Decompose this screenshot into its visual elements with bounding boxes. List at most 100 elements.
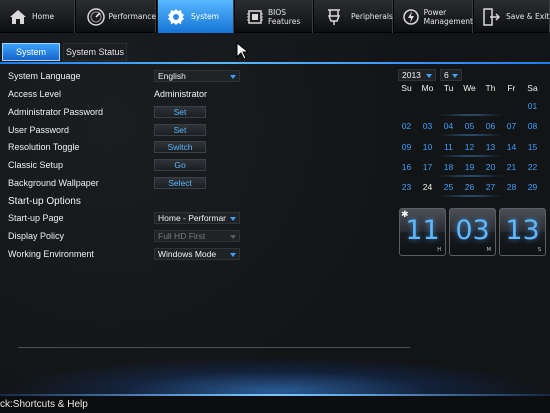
chevron-down-icon <box>230 217 236 221</box>
calendar-day[interactable]: 20 <box>480 162 501 172</box>
nav-save-exit[interactable]: Save & Exit <box>475 0 550 33</box>
sparkle-icon: ✱ <box>401 210 409 220</box>
section-heading: Start-up Options <box>8 195 81 207</box>
setting-display-policy: Display Policy Full HD First <box>8 228 248 244</box>
hours-unit: H <box>437 247 441 253</box>
calendar-day[interactable]: 03 <box>417 121 438 131</box>
tab-system-status[interactable]: System Status <box>63 43 127 61</box>
gear-icon <box>165 6 187 28</box>
access-level-value: Administrator <box>154 89 208 99</box>
mouse-cursor-icon <box>236 42 250 60</box>
nav-performance-label: Performance <box>108 12 156 21</box>
calendar-row-glow <box>436 174 506 177</box>
divider <box>18 347 410 348</box>
calendar-day[interactable]: 10 <box>417 142 438 152</box>
calendar-day[interactable]: 27 <box>480 182 501 192</box>
nav-peripherals[interactable]: Peripherals <box>315 0 394 33</box>
calendar-weekday-header: Fr <box>507 83 516 93</box>
nav-power-management[interactable]: Power Management <box>395 0 474 33</box>
chevron-down-icon <box>230 253 236 257</box>
setting-startup-page: Start-up Page Home - Performar <box>8 210 248 226</box>
calendar-weekday-header: Tu <box>443 83 454 93</box>
minutes-unit: M <box>486 247 491 253</box>
section-tabs: System System Status <box>0 43 550 63</box>
calendar-day[interactable]: 01 <box>522 101 543 111</box>
setting-label: Administrator Password <box>8 107 104 117</box>
calendar-weekday-header: Th <box>485 83 496 93</box>
calendar-day[interactable]: 29 <box>522 182 543 192</box>
tab-underline <box>0 62 550 64</box>
gauge-icon <box>86 6 106 28</box>
top-navigation: Home Performance System BIOS Features Pe… <box>0 0 550 33</box>
tab-system[interactable]: System <box>2 43 60 61</box>
nav-save-exit-label: Save & Exit <box>506 12 550 21</box>
calendar-day[interactable]: 05 <box>459 121 480 131</box>
calendar-day[interactable]: 07 <box>501 121 522 131</box>
calendar-day[interactable]: 22 <box>522 162 543 172</box>
calendar-day[interactable]: 25 <box>438 182 459 192</box>
wallpaper-select-button[interactable]: Select <box>154 177 206 189</box>
calendar-day[interactable]: 24 <box>417 182 438 192</box>
calendar-day[interactable]: 15 <box>522 142 543 152</box>
chevron-down-icon <box>230 235 236 239</box>
calendar-day[interactable]: 11 <box>438 142 459 152</box>
setting-label: Classic Setup <box>8 160 64 170</box>
chevron-down-icon <box>230 75 236 79</box>
calendar-day[interactable]: 16 <box>396 162 417 172</box>
setting-label: Resolution Toggle <box>8 142 80 152</box>
dropdown-value: Windows Mode <box>158 249 217 259</box>
clock-seconds: 13 S <box>499 208 546 256</box>
calendar-weekday-header: Mo <box>421 83 434 93</box>
home-icon <box>7 6 29 28</box>
user-password-set-button[interactable]: Set <box>154 124 206 136</box>
calendar-row-glow <box>436 114 506 116</box>
startup-page-dropdown[interactable]: Home - Performar <box>154 212 240 224</box>
calendar-day[interactable]: 18 <box>438 162 459 172</box>
calendar-day[interactable]: 08 <box>522 121 543 131</box>
year-select[interactable]: 2013 <box>398 69 436 81</box>
plug-icon <box>323 6 345 28</box>
calendar-day[interactable]: 21 <box>501 162 522 172</box>
resolution-switch-button[interactable]: Switch <box>154 141 206 153</box>
calendar-day[interactable]: 12 <box>459 142 480 152</box>
calendar-day[interactable]: 02 <box>396 121 417 131</box>
exit-icon <box>480 6 502 28</box>
calendar-weekday-header: We <box>463 83 476 93</box>
calendar-day[interactable]: 13 <box>480 142 501 152</box>
calendar-day[interactable]: 04 <box>438 121 459 131</box>
calendar-day[interactable]: 09 <box>396 142 417 152</box>
working-environment-dropdown[interactable]: Windows Mode <box>154 248 240 260</box>
setting-access-level: Access Level Administrator <box>8 86 248 102</box>
setting-label: Working Environment <box>8 249 94 259</box>
calendar-day[interactable]: 17 <box>417 162 438 172</box>
power-icon <box>401 6 422 28</box>
classic-setup-go-button[interactable]: Go <box>154 159 206 171</box>
dropdown-value: English <box>158 71 186 81</box>
nav-system[interactable]: System <box>158 0 235 33</box>
admin-password-set-button[interactable]: Set <box>154 106 206 118</box>
minutes-value: 03 <box>455 215 490 246</box>
month-select[interactable]: 6 <box>440 69 462 81</box>
calendar-day[interactable]: 28 <box>501 182 522 192</box>
calendar-day[interactable]: 06 <box>480 121 501 131</box>
calendar-day[interactable]: 19 <box>459 162 480 172</box>
calendar-weekday-header: Sa <box>527 83 538 93</box>
month-value: 6 <box>444 70 449 80</box>
calendar-day[interactable]: 14 <box>501 142 522 152</box>
language-dropdown[interactable]: English <box>154 70 240 82</box>
setting-user-password: User Password Set <box>8 122 248 138</box>
seconds-unit: S <box>537 247 541 253</box>
setting-working-environment: Working Environment Windows Mode <box>8 246 248 262</box>
nav-performance[interactable]: Performance <box>77 0 157 33</box>
nav-home-label: Home <box>32 12 55 21</box>
calendar-day[interactable]: 26 <box>459 182 480 192</box>
chevron-down-icon <box>452 74 458 78</box>
shortcuts-help-link[interactable]: ck:Shortcuts & Help <box>0 399 88 410</box>
chevron-down-icon <box>426 74 432 78</box>
nav-system-label: System <box>191 12 219 21</box>
setting-resolution-toggle: Resolution Toggle Switch <box>8 139 248 155</box>
display-policy-dropdown: Full HD First <box>154 230 240 242</box>
nav-bios-features[interactable]: BIOS Features <box>236 0 314 33</box>
calendar-day[interactable]: 23 <box>396 182 417 192</box>
nav-home[interactable]: Home <box>0 0 76 33</box>
